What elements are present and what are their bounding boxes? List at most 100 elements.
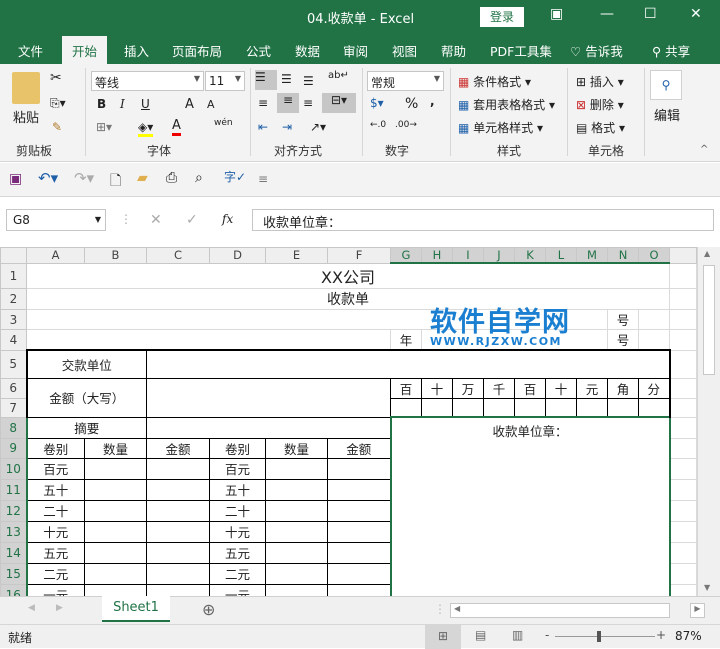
column-label[interactable]: 卷别	[25, 437, 85, 459]
row-header[interactable]: 7	[0, 397, 27, 418]
column-label[interactable]: 金额	[327, 437, 391, 459]
font-name-select[interactable]: 等线 ▼	[91, 71, 204, 91]
scroll-left-icon[interactable]: ◀	[454, 604, 460, 613]
column-header[interactable]: B	[84, 247, 147, 264]
denomination-label[interactable]: 一元	[209, 583, 266, 596]
denomination-label[interactable]: 五元	[25, 541, 85, 564]
amount-upper-label[interactable]: 金额（大写）	[25, 377, 147, 418]
cell[interactable]	[669, 262, 697, 289]
amount-cell[interactable]	[327, 541, 391, 564]
company-title[interactable]: XX公司	[26, 262, 670, 289]
cancel-icon[interactable]: ✕	[150, 212, 162, 228]
denomination-label[interactable]: 百元	[25, 457, 85, 480]
row-header[interactable]: 4	[0, 329, 27, 351]
digit-header[interactable]: 角	[607, 377, 639, 399]
digit-cell[interactable]	[576, 397, 608, 418]
conditional-format-button[interactable]: ▦ 条件格式 ▾	[458, 73, 531, 90]
column-header[interactable]: D	[209, 247, 266, 264]
tab-help[interactable]: 帮助	[441, 41, 466, 60]
open-folder-icon[interactable]: ▰	[137, 170, 148, 186]
name-box[interactable]: G8 ▼	[6, 209, 106, 231]
paste-icon[interactable]	[12, 72, 40, 104]
zoom-slider-thumb[interactable]	[596, 631, 601, 642]
paste-button[interactable]: 粘贴	[13, 107, 39, 126]
middle-align-icon[interactable]: ☰	[281, 72, 292, 86]
insert-cells-button[interactable]: ⊞ 插入 ▾	[576, 73, 624, 90]
format-as-table-button[interactable]: ▦ 套用表格格式 ▾	[458, 96, 555, 113]
cell[interactable]	[669, 437, 697, 459]
quantity-cell[interactable]	[265, 457, 328, 480]
column-label[interactable]: 数量	[265, 437, 328, 459]
align-center-button[interactable]: ≡	[277, 93, 299, 113]
amount-cell[interactable]	[146, 583, 210, 596]
payer-label[interactable]: 交款单位	[25, 349, 147, 379]
column-header[interactable]: C	[146, 247, 210, 264]
cell[interactable]	[669, 583, 697, 596]
cell[interactable]	[638, 309, 670, 330]
format-cells-button[interactable]: ▤ 格式 ▾	[576, 119, 625, 136]
row-header[interactable]: 10	[0, 457, 28, 480]
cell[interactable]	[421, 329, 608, 351]
denomination-label[interactable]: 五十	[209, 478, 266, 501]
cell[interactable]	[669, 397, 697, 418]
scroll-right-icon[interactable]: ▶	[690, 603, 705, 618]
digit-header[interactable]: 十	[545, 377, 577, 399]
quantity-cell[interactable]	[84, 520, 147, 543]
merge-center-button[interactable]: ⊟▾	[322, 93, 356, 113]
collapse-ribbon-icon[interactable]: ^	[700, 144, 708, 155]
font-color-icon[interactable]: A	[172, 118, 181, 136]
number-label[interactable]: 号	[607, 329, 639, 351]
digit-header[interactable]: 千	[483, 377, 515, 399]
digit-header[interactable]: 十	[421, 377, 453, 399]
scroll-thumb[interactable]	[703, 265, 715, 375]
quantity-cell[interactable]	[265, 520, 328, 543]
cell[interactable]	[669, 520, 697, 543]
amount-cell[interactable]	[146, 478, 210, 501]
denomination-label[interactable]: 五元	[209, 541, 266, 564]
digit-header[interactable]: 万	[452, 377, 484, 399]
zoom-level[interactable]: 87%	[675, 629, 702, 643]
ribbon-display-icon[interactable]: ▣	[550, 6, 563, 22]
enter-icon[interactable]: ✓	[186, 212, 198, 228]
cell[interactable]	[669, 416, 697, 439]
column-header[interactable]: J	[483, 247, 515, 264]
page-layout-view-icon[interactable]: ▤	[475, 628, 486, 642]
add-sheet-icon[interactable]: ⊕	[202, 600, 215, 619]
scroll-up-icon[interactable]: ▲	[704, 249, 710, 258]
underline-button[interactable]: U	[141, 97, 150, 111]
quantity-cell[interactable]	[84, 541, 147, 564]
row-header[interactable]: 1	[0, 262, 27, 289]
bottom-align-icon[interactable]: ☰	[303, 74, 314, 88]
orientation-icon[interactable]: ↗▾	[310, 120, 326, 134]
scroll-down-icon[interactable]: ▼	[704, 583, 710, 592]
undo-icon[interactable]: ↶▾	[38, 169, 58, 187]
comma-button[interactable]: ,	[430, 94, 435, 108]
shrink-font-button[interactable]: A	[207, 98, 215, 111]
quantity-cell[interactable]	[265, 562, 328, 585]
row-header[interactable]: 12	[0, 499, 28, 522]
tab-insert[interactable]: 插入	[124, 41, 149, 60]
denomination-label[interactable]: 十元	[209, 520, 266, 543]
customize-qat-icon[interactable]: ≡	[258, 172, 268, 186]
wrap-text-icon[interactable]: ab↵	[328, 70, 349, 81]
digit-header[interactable]: 百	[390, 377, 422, 399]
cell[interactable]	[669, 562, 697, 585]
column-header[interactable]: A	[26, 247, 85, 264]
editing-button[interactable]: 编辑	[654, 105, 680, 124]
amount-cell[interactable]	[146, 499, 210, 522]
cell[interactable]	[26, 309, 608, 330]
amount-cell[interactable]	[327, 520, 391, 543]
cell[interactable]	[669, 478, 697, 501]
percent-button[interactable]: %	[405, 96, 418, 112]
column-header[interactable]	[669, 247, 697, 264]
top-align-button[interactable]: ☰	[255, 70, 277, 90]
normal-view-icon[interactable]: ⊞	[425, 625, 461, 649]
amount-cell[interactable]	[146, 562, 210, 585]
quantity-cell[interactable]	[84, 457, 147, 480]
grow-font-button[interactable]: A	[185, 97, 194, 112]
denomination-label[interactable]: 五十	[25, 478, 85, 501]
payer-value[interactable]	[146, 349, 671, 379]
column-header[interactable]: G	[390, 247, 422, 264]
summary-label[interactable]: 摘要	[25, 416, 147, 439]
row-header[interactable]: 16	[0, 583, 28, 596]
